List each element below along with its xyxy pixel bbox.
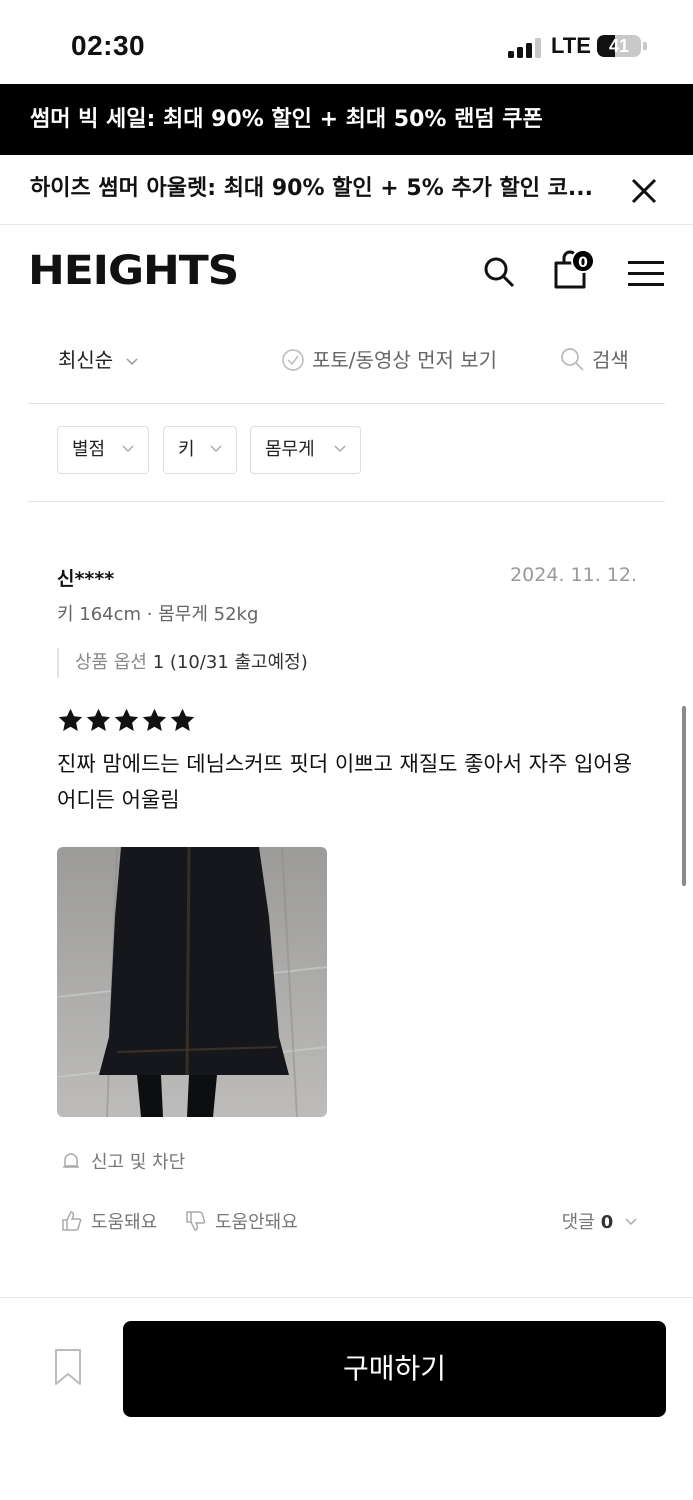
filter-chip-height[interactable]: 키 bbox=[163, 426, 237, 474]
review-search-button[interactable]: 검색 bbox=[560, 344, 629, 373]
filter-chip-label: 별점 bbox=[72, 439, 106, 460]
status-bar: 02:30 LTE 41 bbox=[0, 0, 693, 84]
promo-banner-secondary-text: 하이츠 썸머 아울렛: 최대 90% 할인 + 5% 추가 할인 코... bbox=[30, 176, 593, 201]
heights-logo[interactable]: HEIGHTS bbox=[28, 251, 239, 291]
photo-first-toggle[interactable]: 포토/동영상 먼저 보기 bbox=[282, 344, 497, 373]
thumbs-up-icon bbox=[62, 1211, 82, 1231]
not-helpful-label: 도움안돼요 bbox=[215, 1212, 298, 1233]
filter-chip-label: 몸무게 bbox=[265, 439, 315, 460]
product-option-label: 상품 옵션 bbox=[75, 652, 147, 673]
search-icon[interactable] bbox=[483, 256, 515, 288]
review-date: 2024. 11. 12. bbox=[510, 564, 637, 586]
review-search-label: 검색 bbox=[592, 348, 629, 372]
comments-count: 0 bbox=[600, 1212, 614, 1233]
battery-icon: 41 bbox=[597, 35, 641, 57]
filter-chip-weight[interactable]: 몸무게 bbox=[250, 426, 361, 474]
chevron-down-icon bbox=[126, 357, 138, 365]
chevron-down-icon bbox=[122, 445, 134, 453]
star-icon bbox=[142, 708, 167, 731]
signal-icon bbox=[508, 38, 542, 58]
product-option: 상품 옵션 1 (10/31 출고예정) bbox=[57, 648, 308, 678]
chevron-down-icon bbox=[625, 1218, 637, 1226]
not-helpful-button[interactable]: 도움안돼요 bbox=[185, 1208, 298, 1234]
chevron-down-icon bbox=[210, 445, 222, 453]
comments-label: 댓글 bbox=[561, 1212, 595, 1233]
promo-banner-secondary[interactable]: 하이츠 썸머 아울렛: 최대 90% 할인 + 5% 추가 할인 코... bbox=[0, 155, 693, 225]
status-time: 02:30 bbox=[71, 30, 146, 61]
check-circle-icon bbox=[282, 349, 304, 371]
comments-toggle[interactable]: 댓글 0 bbox=[562, 1208, 637, 1234]
cart-count-badge: 0 bbox=[571, 249, 595, 273]
promo-banner-primary[interactable]: 썸머 빅 세일: 최대 90% 할인 + 최대 50% 랜덤 쿠폰 bbox=[0, 84, 693, 155]
star-rating bbox=[57, 707, 197, 735]
reviewer-name: 신**** bbox=[57, 568, 115, 590]
review-photo-image bbox=[57, 847, 327, 1117]
review-sort-bar: 최신순 포토/동영상 먼저 보기 검색 bbox=[28, 330, 665, 404]
chevron-down-icon bbox=[334, 445, 346, 453]
review-text: 진짜 맘에드는 데님스커뜨 핏더 이쁘고 재질도 좋아서 자주 입어용 어디든 … bbox=[57, 752, 633, 812]
thumbs-down-icon bbox=[186, 1211, 206, 1231]
filter-chip-rating[interactable]: 별점 bbox=[57, 426, 149, 474]
battery-cap bbox=[643, 42, 647, 50]
close-icon[interactable] bbox=[629, 176, 659, 206]
network-type: LTE bbox=[551, 33, 591, 58]
filter-chip-label: 키 bbox=[178, 439, 195, 460]
star-icon bbox=[58, 708, 83, 731]
helpful-label: 도움돼요 bbox=[91, 1212, 158, 1233]
review-photo[interactable] bbox=[57, 847, 327, 1117]
bell-icon bbox=[63, 1153, 79, 1168]
report-label: 신고 및 차단 bbox=[91, 1152, 186, 1173]
star-icon bbox=[114, 708, 139, 731]
product-option-value: 1 (10/31 출고예정) bbox=[152, 652, 308, 673]
report-block-button[interactable]: 신고 및 차단 bbox=[61, 1148, 185, 1174]
sort-dropdown[interactable]: 최신순 bbox=[58, 344, 138, 373]
search-icon bbox=[561, 348, 584, 371]
menu-icon[interactable] bbox=[628, 261, 664, 287]
scrollbar[interactable] bbox=[682, 706, 686, 886]
bookmark-icon[interactable] bbox=[54, 1348, 82, 1386]
buy-button[interactable]: 구매하기 bbox=[123, 1321, 666, 1417]
reviewer-body-info: 키 164cm · 몸무게 52kg bbox=[57, 604, 259, 625]
bottom-action-bar: 구매하기 bbox=[0, 1297, 693, 1500]
divider bbox=[28, 501, 665, 502]
star-icon bbox=[170, 708, 195, 731]
site-header: HEIGHTS 0 bbox=[0, 226, 693, 316]
star-icon bbox=[86, 708, 111, 731]
helpful-button[interactable]: 도움돼요 bbox=[61, 1208, 157, 1234]
sort-label: 최신순 bbox=[58, 348, 114, 372]
photo-first-label: 포토/동영상 먼저 보기 bbox=[312, 348, 498, 372]
battery-percent: 41 bbox=[608, 36, 630, 56]
